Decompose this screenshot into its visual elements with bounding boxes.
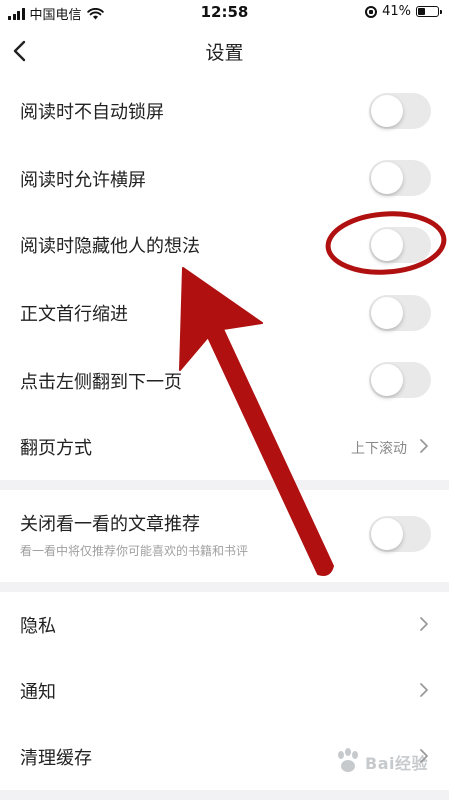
tap-left-next-page-toggle[interactable] bbox=[369, 362, 431, 398]
toggle-knob bbox=[371, 518, 403, 550]
page-turn-mode-value: 上下滚动 bbox=[351, 441, 407, 457]
settings-screen: 中国电信 12:58 41% 设置 阅读时不自动锁屏 阅读时允许横屏 阅读时隐藏… bbox=[0, 0, 449, 800]
allow-landscape-toggle[interactable] bbox=[369, 160, 431, 196]
setting-row-hide-others-thoughts: 阅读时隐藏他人的想法 bbox=[0, 212, 449, 278]
setting-label: 阅读时不自动锁屏 bbox=[20, 102, 164, 123]
setting-row-close-recommend: 关闭看一看的文章推荐 看一看中将仅推荐你可能喜欢的书籍和书评 bbox=[0, 490, 449, 582]
chevron-right-icon bbox=[420, 683, 428, 697]
setting-label: 隐私 bbox=[20, 616, 56, 637]
setting-row-page-turn-mode[interactable]: 翻页方式 上下滚动 bbox=[0, 412, 449, 480]
status-bar: 中国电信 12:58 41% bbox=[0, 0, 449, 26]
close-recommend-toggle[interactable] bbox=[369, 516, 431, 552]
setting-row-privacy[interactable]: 隐私 bbox=[0, 592, 449, 656]
status-right: 41% bbox=[365, 4, 442, 19]
first-line-indent-toggle[interactable] bbox=[369, 295, 431, 331]
setting-row-first-line-indent: 正文首行缩进 bbox=[0, 278, 449, 346]
setting-label: 点击左侧翻到下一页 bbox=[20, 372, 182, 393]
bottom-divider bbox=[0, 790, 449, 800]
setting-description: 看一看中将仅推荐你可能喜欢的书籍和书评 bbox=[20, 544, 249, 558]
nav-bar: 设置 bbox=[0, 26, 449, 76]
hide-others-thoughts-toggle[interactable] bbox=[369, 227, 431, 263]
setting-row-keep-screen-on: 阅读时不自动锁屏 bbox=[0, 76, 449, 144]
setting-label: 阅读时隐藏他人的想法 bbox=[20, 236, 200, 257]
watermark: Bai经验 bbox=[331, 740, 441, 784]
setting-label: 通知 bbox=[20, 682, 56, 703]
section-divider bbox=[0, 480, 449, 490]
setting-row-allow-landscape: 阅读时允许横屏 bbox=[0, 144, 449, 212]
setting-row-tap-left-next-page: 点击左侧翻到下一页 bbox=[0, 346, 449, 412]
toggle-knob bbox=[371, 162, 403, 194]
toggle-knob bbox=[371, 364, 403, 396]
keep-screen-on-toggle[interactable] bbox=[369, 93, 431, 129]
toggle-knob bbox=[371, 297, 403, 329]
setting-label: 正文首行缩进 bbox=[20, 304, 128, 325]
paw-logo-icon bbox=[338, 748, 358, 772]
toggle-knob bbox=[371, 229, 403, 261]
section-divider bbox=[0, 582, 449, 592]
battery-percent: 41% bbox=[382, 4, 411, 19]
watermark-text: Bai经验 bbox=[365, 754, 428, 773]
setting-label: 关闭看一看的文章推荐 bbox=[20, 514, 200, 535]
battery-icon bbox=[416, 6, 442, 17]
page-title: 设置 bbox=[205, 42, 244, 64]
battery-level-fill bbox=[418, 8, 425, 15]
toggle-knob bbox=[371, 95, 403, 127]
setting-label: 阅读时允许横屏 bbox=[20, 170, 146, 191]
setting-label: 清理缓存 bbox=[20, 748, 92, 769]
chevron-right-icon bbox=[420, 617, 428, 631]
setting-row-notifications[interactable]: 通知 bbox=[0, 656, 449, 722]
setting-label: 翻页方式 bbox=[20, 438, 92, 459]
chevron-right-icon bbox=[420, 439, 428, 453]
rotation-lock-icon bbox=[365, 5, 378, 18]
